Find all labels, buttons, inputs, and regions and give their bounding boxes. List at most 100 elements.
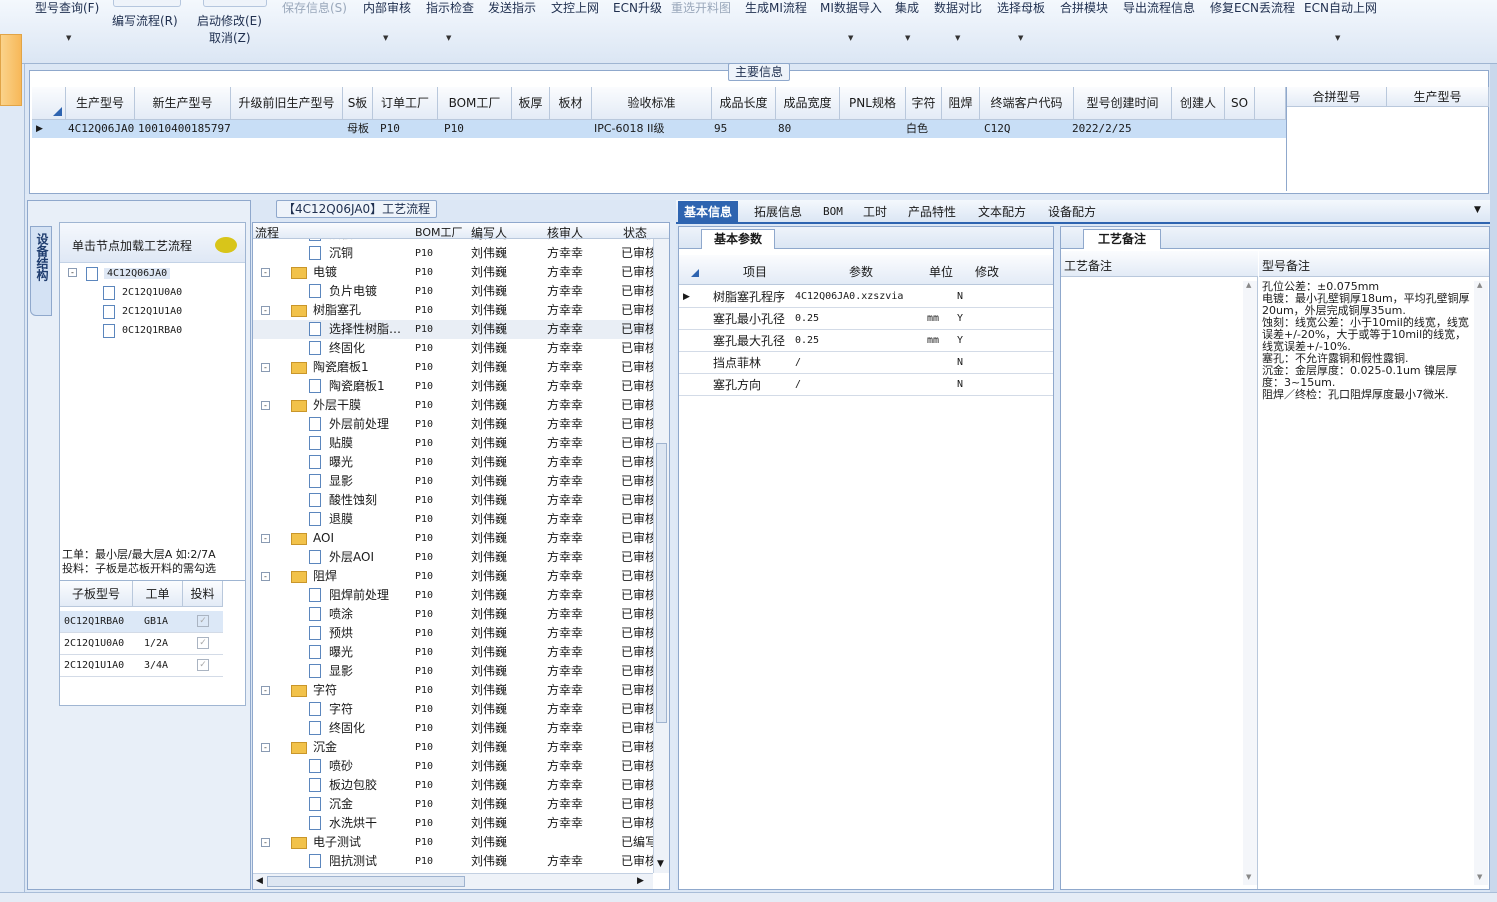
vertical-scrollbar[interactable]: ▲ ▼ [1474,281,1488,885]
col-header[interactable]: 终端客户代码 [980,87,1074,120]
col-header[interactable]: BOM工厂 [438,87,512,120]
process-row[interactable]: 终固化 P10 刘伟巍 方幸幸 已审核 [253,339,653,358]
process-row[interactable]: 沉金 P10 刘伟巍 方幸幸 已审核 [253,795,653,814]
tree-collapse-toggle[interactable]: - [261,363,270,372]
process-row[interactable]: - 字符 P10 刘伟巍 方幸幸 已审核 [253,681,653,700]
col-header[interactable]: S板 [343,87,373,120]
start-modify-button[interactable]: 启动修改(E) [197,14,262,28]
generate-mi-flow-button[interactable]: 生成MI流程 [745,1,807,15]
tree-collapse-toggle[interactable]: - [261,686,270,695]
reselect-cutting-button[interactable]: 重选开料图 [671,1,731,15]
model-note-text[interactable]: 孔位公差：±0.075mm 电镀：最小孔壁铜厚18um，平均孔壁铜厚20um，外… [1262,281,1474,401]
process-row[interactable]: 喷砂 P10 刘伟巍 方幸幸 已审核 [253,757,653,776]
ecn-upgrade-button[interactable]: ECN升级 [613,1,662,15]
feed-checkbox[interactable]: ✓ [197,659,209,671]
col-header[interactable]: 核审人 [547,224,583,241]
param-row[interactable]: 挡点菲林 / N [679,352,1053,374]
col-header[interactable]: 编写人 [471,224,507,241]
scroll-thumb[interactable] [656,443,667,723]
horizontal-scrollbar[interactable]: ◀ ▶ [253,873,653,889]
col-header[interactable]: 型号创建时间 [1074,87,1172,120]
param-row[interactable]: ▶ 树脂塞孔程序 4C12Q06JA0.xzszvia N [679,286,1053,308]
save-info-button[interactable]: 保存信息(S) [282,1,347,15]
tree-collapse-toggle[interactable]: - [261,268,270,277]
col-header[interactable]: 流程 [255,224,279,241]
vertical-splitter[interactable] [670,222,676,890]
process-row[interactable]: 显影 P10 刘伟巍 方幸幸 已审核 [253,662,653,681]
process-row[interactable]: 外层AOI P10 刘伟巍 方幸幸 已审核 [253,548,653,567]
col-header[interactable]: 投料 [183,581,223,607]
process-row[interactable]: - 外层干膜 P10 刘伟巍 方幸幸 已审核 [253,396,653,415]
col-header[interactable]: 成品长度 [712,87,776,120]
col-header[interactable]: PNL规格 [840,87,906,120]
scroll-down-icon[interactable]: ▼ [657,859,664,869]
col-header[interactable]: 状态 [623,224,647,241]
process-row[interactable]: 选择性树脂… P10 刘伟巍 方幸幸 已审核 [253,320,653,339]
export-flow-info-button[interactable]: 导出流程信息 [1123,1,1195,15]
process-row[interactable]: 酸性蚀刻 P10 刘伟巍 方幸幸 已审核 [253,491,653,510]
chevron-down-icon[interactable]: ▼ [446,34,451,42]
ecn-auto-online-button[interactable]: ECN自动上网 [1304,1,1377,15]
tree-collapse-toggle[interactable]: - [68,268,77,277]
vertical-scrollbar[interactable]: ▲ ▼ [653,223,669,873]
tab-extended-info[interactable]: 拓展信息 [748,201,808,223]
tree-node[interactable]: 2C12Q1U0A0 [122,287,182,298]
tab-basic-info[interactable]: 基本信息 [678,201,739,223]
process-row[interactable]: - 沉金 P10 刘伟巍 方幸幸 已审核 [253,738,653,757]
feed-checkbox[interactable]: ✓ [197,615,209,627]
merge-module-button[interactable]: 合拼模块 [1060,1,1108,15]
process-row[interactable]: 沉铜 P10 刘伟巍 方幸幸 已审核 [253,244,653,263]
param-row[interactable]: 塞孔最小孔径 0.25 mm Y [679,308,1053,330]
process-row[interactable]: 退膜 P10 刘伟巍 方幸幸 已审核 [253,510,653,529]
process-row[interactable]: - 电镀 P10 刘伟巍 方幸幸 已审核 [253,263,653,282]
process-row[interactable]: - 陶瓷磨板1 P10 刘伟巍 方幸幸 已审核 [253,358,653,377]
process-row[interactable]: 喷涂 P10 刘伟巍 方幸幸 已审核 [253,605,653,624]
tab-product-features[interactable]: 产品特性 [902,201,962,223]
feed-checkbox[interactable]: ✓ [197,637,209,649]
col-header[interactable]: 生产型号 [66,87,135,120]
doc-control-online-button[interactable]: 文控上网 [551,1,599,15]
process-row[interactable]: 水洗烘干 P10 刘伟巍 方幸幸 已审核 [253,814,653,833]
tab-labor[interactable]: 工时 [857,201,893,223]
model-query-button[interactable]: 型号查询(F) [35,1,99,15]
tab-equipment-recipe[interactable]: 设备配方 [1042,201,1102,223]
param-row[interactable]: 塞孔最大孔径 0.25 mm Y [679,330,1053,352]
integrate-button[interactable]: 集成 [895,1,919,15]
chevron-down-icon[interactable]: ▼ [955,34,960,42]
mi-data-import-button[interactable]: MI数据导入 [820,1,882,15]
chevron-down-icon[interactable]: ▼ [383,34,388,42]
process-row[interactable]: - 电子测试 P10 刘伟巍 已编写 [253,833,653,852]
chevron-down-icon[interactable]: ▼ [848,34,853,42]
process-row[interactable]: - 树脂塞孔 P10 刘伟巍 方幸幸 已审核 [253,301,653,320]
tree-collapse-toggle[interactable]: - [261,534,270,543]
tab-bom[interactable]: BOM [817,201,849,223]
cancel-button[interactable]: 取消(Z) [209,31,251,45]
col-header[interactable]: 阻焊 [942,87,980,120]
tree-node[interactable]: 0C12Q1RBA0 [122,325,182,336]
col-header[interactable]: 验收标准 [592,87,712,120]
tab-menu-icon[interactable]: ▼ [1474,205,1481,215]
tree-root-node[interactable]: 4C12Q06JA0 [104,268,171,279]
write-flow-button[interactable]: 编写流程(R) [112,14,178,28]
process-row[interactable]: 阻抗测试 P10 刘伟巍 方幸幸 已审核 [253,852,653,871]
process-row[interactable]: 终固化 P10 刘伟巍 方幸幸 已审核 [253,719,653,738]
internal-review-button[interactable]: 内部审核 [363,1,411,15]
process-row[interactable]: 显影 P10 刘伟巍 方幸幸 已审核 [253,472,653,491]
chevron-down-icon[interactable]: ▼ [905,34,910,42]
col-header[interactable]: 成品宽度 [776,87,840,120]
send-instruction-button[interactable]: 发送指示 [488,1,536,15]
col-header[interactable]: 项目 [743,263,767,280]
tree-collapse-toggle[interactable]: - [261,306,270,315]
chevron-down-icon[interactable]: ▼ [1018,34,1023,42]
process-row[interactable]: 陶瓷磨板1 P10 刘伟巍 方幸幸 已审核 [253,377,653,396]
process-row[interactable]: 负片电镀 P10 刘伟巍 方幸幸 已审核 [253,282,653,301]
tree-collapse-toggle[interactable]: - [261,572,270,581]
scroll-thumb-h[interactable] [267,876,465,887]
col-header[interactable]: 合拼型号 [1287,87,1387,107]
param-row[interactable]: 塞孔方向 / N [679,374,1053,396]
col-header[interactable]: 修改 [975,263,999,280]
data-compare-button[interactable]: 数据对比 [934,1,982,15]
table-row[interactable]: 0C12Q1RBA0 GB1A ✓ [60,611,223,633]
process-row[interactable]: 字符 P10 刘伟巍 方幸幸 已审核 [253,700,653,719]
left-dock-tab[interactable] [0,34,22,106]
